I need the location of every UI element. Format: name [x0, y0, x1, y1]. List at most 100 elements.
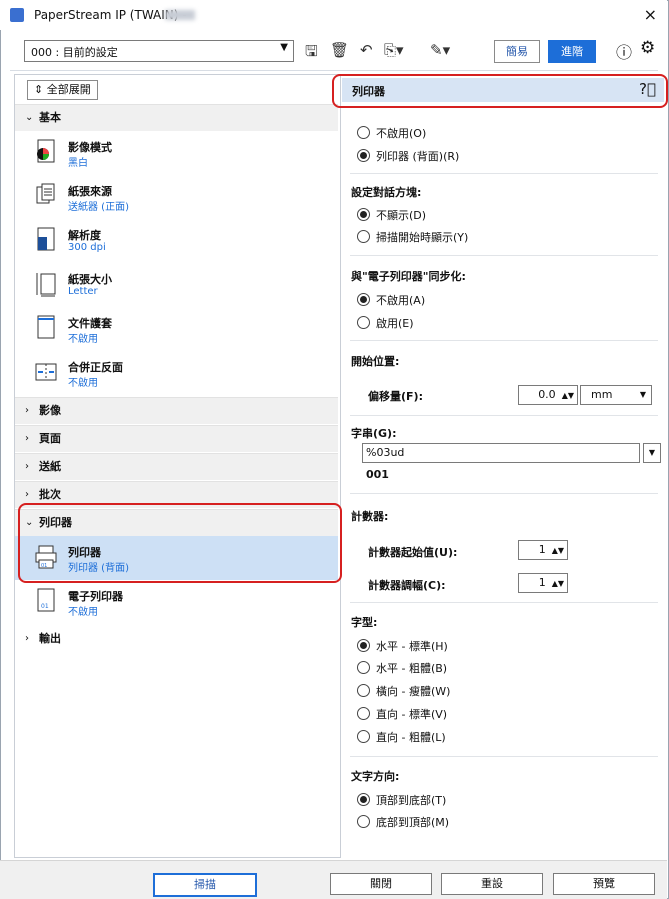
- radio-dir-bottom-top[interactable]: 底部到頂部(M): [357, 815, 449, 831]
- radio-sync-on[interactable]: 啟用(E): [357, 316, 414, 332]
- preset-value: 000 : 目前的設定: [31, 46, 118, 59]
- tree-item-carrier-sheet[interactable]: 文件護套 不啟用: [15, 307, 338, 351]
- chevron-right-icon: ›: [25, 633, 29, 644]
- chevron-right-icon: ›: [25, 461, 29, 472]
- section-basic[interactable]: ⌄ 基本: [15, 104, 338, 131]
- item-title: 合併正反面: [68, 361, 123, 374]
- tree-item-merge-sides[interactable]: 合併正反面 不啟用: [15, 351, 338, 395]
- radio-sync-off[interactable]: 不啟用(A): [357, 293, 425, 309]
- section-image[interactable]: › 影像: [15, 397, 338, 424]
- sync-label: 與"電子列印器"同步化:: [351, 270, 466, 283]
- paper-size-icon: [36, 273, 56, 297]
- radio-dot: [357, 707, 370, 720]
- radio-font-v-normal[interactable]: 直向 - 標準(V): [357, 707, 447, 723]
- divider: [350, 756, 658, 757]
- divider: [350, 173, 658, 174]
- svg-text:01: 01: [41, 603, 49, 610]
- radio-label: 掃描開始時顯示(Y): [376, 231, 469, 244]
- delete-icon[interactable]: 🗑: [330, 41, 349, 59]
- edit-icon[interactable]: ✎▾: [430, 41, 450, 59]
- string-dropdown-button[interactable]: ▼: [643, 443, 661, 463]
- radio-label: 水平 - 粗體(B): [376, 662, 448, 675]
- string-label: 字串(G):: [351, 427, 397, 440]
- radio-font-v-bold[interactable]: 直向 - 粗體(L): [357, 730, 446, 746]
- section-label: 輸出: [39, 632, 61, 645]
- tree-item-resolution[interactable]: 解析度 300 dpi: [15, 219, 338, 263]
- font-label: 字型:: [351, 616, 378, 629]
- radio-dot: [357, 230, 370, 243]
- copy-settings-icon[interactable]: ⎘▾: [384, 41, 404, 59]
- toolbar-divider: [10, 70, 658, 71]
- section-page[interactable]: › 頁面: [15, 425, 338, 452]
- reset-button[interactable]: 重設: [441, 873, 543, 895]
- unit-select[interactable]: mm ▼: [580, 385, 652, 405]
- close-icon[interactable]: ×: [644, 5, 657, 24]
- counter-step-stepper[interactable]: 1 ▲▼: [518, 573, 568, 593]
- highlight-panel-header: [332, 74, 668, 108]
- radio-dot: [357, 149, 370, 162]
- offset-stepper[interactable]: 0.0 ▲▼: [518, 385, 578, 405]
- chevron-down-icon: ⌄: [25, 112, 34, 123]
- tree-item-e-printer[interactable]: 01 電子列印器 不啟用: [15, 580, 338, 624]
- section-output[interactable]: › 輸出: [15, 626, 338, 652]
- radio-printer-back[interactable]: 列印器 (背面)(R): [357, 149, 459, 165]
- section-label: 基本: [39, 111, 61, 124]
- expand-all-button[interactable]: ⇕ 全部展開: [27, 80, 98, 100]
- radio-dot: [357, 730, 370, 743]
- item-value: 黑白: [68, 158, 88, 169]
- chevron-right-icon: ›: [25, 433, 29, 444]
- radio-dialog-show[interactable]: 掃描開始時顯示(Y): [357, 230, 468, 246]
- radio-label: 底部到頂部(M): [376, 816, 450, 829]
- dialog-label: 設定對話方塊:: [351, 186, 422, 199]
- radio-label: 橫向 - 瘦體(W): [376, 685, 451, 698]
- radio-label: 頂部到底部(T): [376, 794, 447, 807]
- chevron-down-icon: ▼: [648, 448, 656, 457]
- mode-simple-button[interactable]: 簡易: [494, 40, 540, 63]
- item-title: 解析度: [68, 229, 101, 242]
- counter-start-label: 計數器起始值(U):: [368, 546, 458, 559]
- e-printer-icon: 01: [37, 588, 55, 612]
- counter-start-stepper[interactable]: 1 ▲▼: [518, 540, 568, 560]
- offset-label: 偏移量(F):: [368, 390, 423, 403]
- merge-sides-icon: [35, 363, 57, 381]
- radio-dot: [357, 793, 370, 806]
- divider: [350, 602, 658, 603]
- radio-dot: [357, 293, 370, 306]
- item-title: 文件護套: [68, 317, 112, 330]
- section-feed[interactable]: › 送紙: [15, 453, 338, 480]
- app-icon: [10, 8, 24, 22]
- resolution-icon: [37, 227, 55, 251]
- gear-icon[interactable]: ⚙: [640, 38, 655, 58]
- info-icon[interactable]: ⓘ: [616, 39, 632, 63]
- divider: [350, 493, 658, 494]
- radio-dot: [357, 661, 370, 674]
- tree-item-paper-size[interactable]: 紙張大小 Letter: [15, 263, 338, 307]
- preview-button[interactable]: 預覽: [553, 873, 655, 895]
- counter-step-label: 計數器調幅(C):: [368, 579, 446, 592]
- highlight-printer-section: [18, 503, 342, 583]
- string-input[interactable]: %03ud: [362, 443, 640, 463]
- item-title: 電子列印器: [68, 590, 123, 603]
- radio-font-h-bold[interactable]: 水平 - 粗體(B): [357, 661, 447, 677]
- radio-label: 不啟用(O): [376, 127, 427, 140]
- item-title: 紙張大小: [68, 273, 112, 286]
- save-icon[interactable]: 🖫: [305, 41, 318, 66]
- preset-select[interactable]: 000 : 目前的設定 ▼: [24, 40, 294, 62]
- tree-item-paper-source[interactable]: 紙張來源 送紙器 (正面): [15, 175, 338, 219]
- radio-font-narrow[interactable]: 橫向 - 瘦體(W): [357, 684, 450, 700]
- radio-font-h-normal[interactable]: 水平 - 標準(H): [357, 639, 448, 655]
- close-button[interactable]: 關閉: [330, 873, 432, 895]
- tree-item-image-mode[interactable]: 影像模式 黑白: [15, 131, 338, 175]
- radio-dir-top-bottom[interactable]: 頂部到底部(T): [357, 793, 446, 809]
- radio-dialog-hide[interactable]: 不顯示(D): [357, 208, 426, 224]
- radio-label: 列印器 (背面)(R): [376, 150, 460, 163]
- mode-advanced-button[interactable]: 進階: [548, 40, 596, 63]
- undo-icon[interactable]: ↶: [360, 41, 373, 59]
- radio-dot: [357, 815, 370, 828]
- radio-label: 不顯示(D): [376, 209, 427, 222]
- radio-dot: [357, 639, 370, 652]
- expand-all-label: 全部展開: [46, 83, 91, 96]
- radio-printer-off[interactable]: 不啟用(O): [357, 126, 426, 142]
- stepper-arrows-icon: ▲▼: [551, 546, 564, 555]
- scan-button[interactable]: 掃描: [153, 873, 257, 897]
